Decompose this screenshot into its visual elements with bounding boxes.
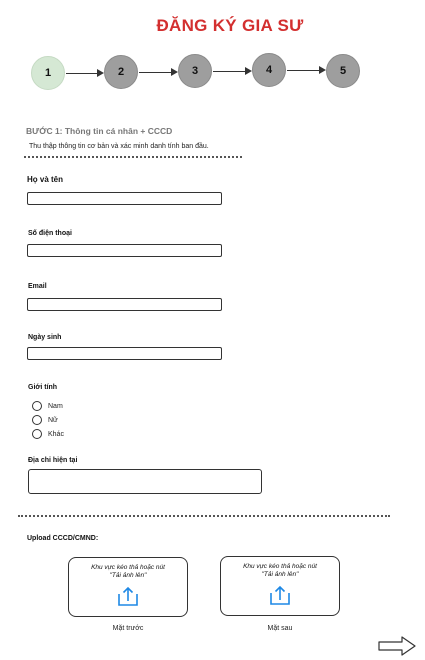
upload-hint-line: "Tải ảnh lên" — [261, 571, 299, 579]
phone-label: Số điện thoại — [28, 230, 72, 237]
upload-icon[interactable] — [269, 585, 291, 605]
dob-input[interactable] — [27, 347, 222, 360]
progress-stepper: 1 2 3 4 5 — [0, 0, 425, 110]
address-input[interactable] — [28, 469, 262, 494]
upload-back-caption: Mặt sau — [267, 625, 293, 632]
radio-button[interactable] — [32, 415, 42, 425]
phone-input[interactable] — [27, 244, 222, 257]
step-3-number: 3 — [191, 65, 199, 77]
step-connector — [213, 71, 245, 72]
step-4-number: 4 — [265, 64, 273, 76]
gender-option-label: Nam — [48, 402, 63, 410]
upload-hint: Khu vực kéo thả hoặc nút "Tải ảnh lên" — [221, 563, 339, 579]
upload-label: Upload CCCD/CMND: — [27, 535, 99, 542]
radio-button[interactable] — [32, 429, 42, 439]
address-label: Địa chỉ hiện tại — [28, 457, 78, 464]
step-arrowhead — [97, 69, 104, 77]
gender-option-other[interactable]: Khác — [32, 429, 64, 439]
step-5-number: 5 — [339, 65, 347, 77]
full-name-input[interactable] — [27, 192, 222, 205]
section-divider — [24, 156, 242, 158]
gender-option-female[interactable]: Nữ — [32, 415, 58, 425]
step-5[interactable]: 5 — [326, 54, 360, 88]
step-connector — [139, 72, 171, 73]
section-divider — [18, 515, 390, 517]
upload-front-caption: Mặt trước — [112, 625, 144, 632]
step-connector — [66, 73, 97, 74]
gender-option-label: Nữ — [48, 416, 58, 424]
step-4[interactable]: 4 — [252, 53, 286, 87]
step-arrowhead — [171, 68, 178, 76]
upload-front-dropzone[interactable]: Khu vực kéo thả hoặc nút "Tải ảnh lên" — [68, 557, 188, 617]
dob-label: Ngày sinh — [28, 334, 62, 341]
next-arrow-icon[interactable] — [378, 636, 416, 656]
step-arrowhead — [245, 67, 252, 75]
upload-hint: Khu vực kéo thả hoặc nút "Tải ảnh lên" — [69, 564, 187, 580]
full-name-label: Họ và tên — [27, 175, 64, 184]
step-2-number: 2 — [117, 66, 125, 78]
upload-hint-line: "Tải ảnh lên" — [109, 572, 147, 580]
email-label: Email — [28, 283, 47, 290]
step-heading: BƯỚC 1: Thông tin cá nhân + CCCD — [26, 126, 173, 136]
gender-option-male[interactable]: Nam — [32, 401, 63, 411]
gender-option-label: Khác — [48, 430, 64, 438]
upload-hint-line: Khu vực kéo thả hoặc nút — [243, 563, 317, 570]
step-arrowhead — [319, 66, 326, 74]
step-1-number: 1 — [44, 67, 52, 79]
gender-label: Giới tính — [28, 384, 58, 391]
radio-button[interactable] — [32, 401, 42, 411]
upload-hint-line: Khu vực kéo thả hoặc nút — [91, 564, 165, 571]
upload-icon[interactable] — [117, 586, 139, 606]
step-connector — [287, 70, 319, 71]
upload-back-dropzone[interactable]: Khu vực kéo thả hoặc nút "Tải ảnh lên" — [220, 556, 340, 616]
step-3[interactable]: 3 — [178, 54, 212, 88]
step-2[interactable]: 2 — [104, 55, 138, 89]
step-description: Thu thập thông tin cơ bản và xác minh da… — [29, 143, 209, 150]
step-1[interactable]: 1 — [31, 56, 65, 90]
email-input[interactable] — [27, 298, 222, 311]
